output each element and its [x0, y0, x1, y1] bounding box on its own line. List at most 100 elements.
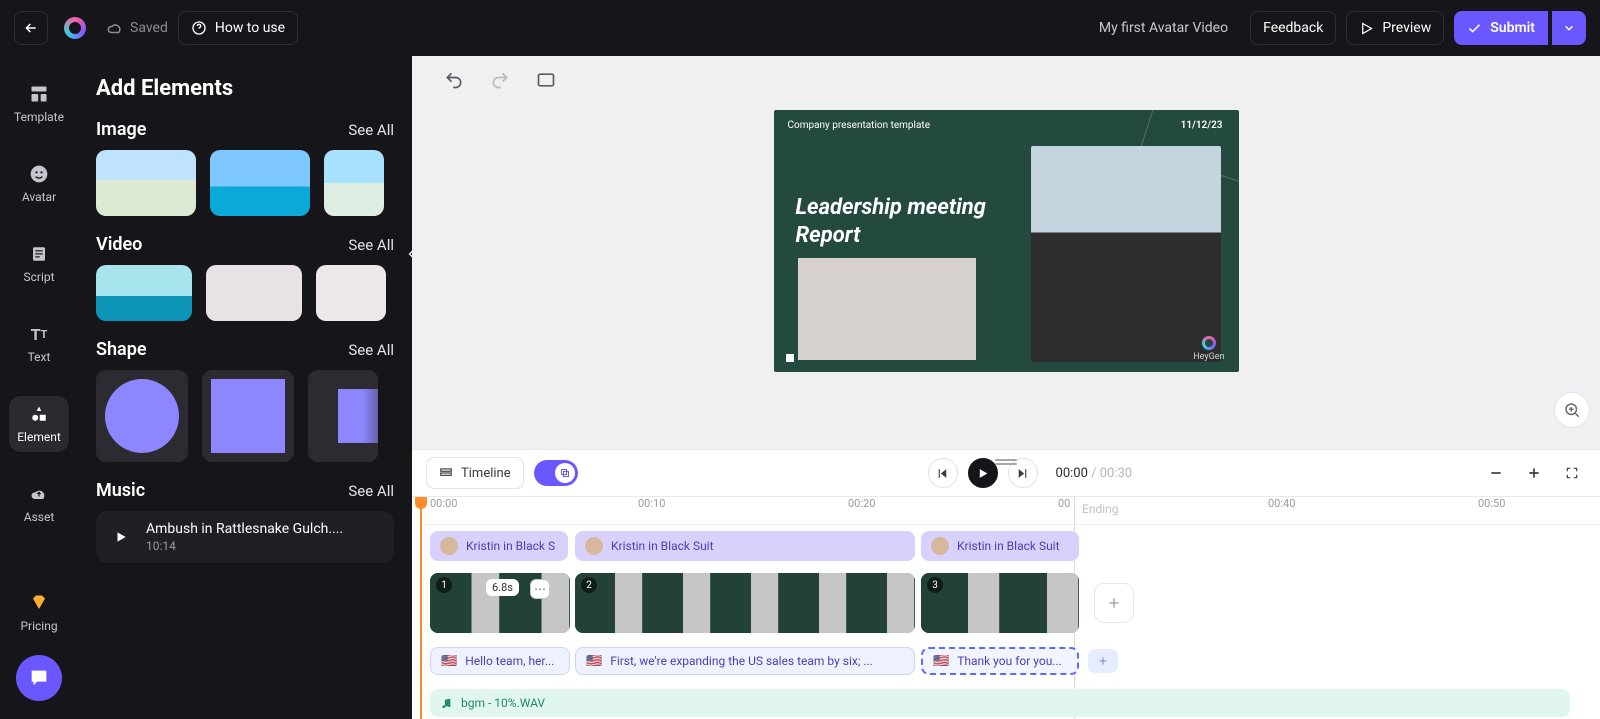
- scene-clip[interactable]: 1 6.8s ⋯: [430, 573, 570, 633]
- add-scene-button[interactable]: [1094, 583, 1134, 623]
- brand-text: HeyGen: [1193, 352, 1224, 362]
- music-note-icon: [440, 697, 453, 710]
- layers-toggle[interactable]: [534, 460, 578, 486]
- play-outline-icon: [1359, 21, 1374, 36]
- canvas-avatar[interactable]: [1031, 146, 1221, 362]
- prev-scene-button[interactable]: [928, 458, 958, 488]
- preview-button[interactable]: Preview: [1346, 11, 1444, 45]
- flag-icon: 🇺🇸: [933, 654, 949, 669]
- section-video-title: Video: [96, 234, 142, 255]
- feedback-button[interactable]: Feedback: [1250, 11, 1336, 45]
- see-all-music[interactable]: See All: [348, 482, 394, 500]
- scene-menu-button[interactable]: ⋯: [530, 579, 550, 599]
- nav-label: Asset: [24, 510, 55, 524]
- avatar-clip-label: Kristin in Black S: [466, 539, 555, 553]
- timeline-mode-button[interactable]: Timeline: [426, 457, 524, 489]
- script-clip-selected[interactable]: 🇺🇸Thank you for you...: [921, 647, 1079, 675]
- canvas-photo[interactable]: [798, 258, 976, 360]
- avatar-clip-label: Kristin in Black Suit: [611, 539, 714, 553]
- add-script-button[interactable]: [1088, 649, 1118, 673]
- canvas-template-name: Company presentation template: [788, 120, 931, 131]
- avatar-clip[interactable]: Kristin in Black S: [430, 531, 568, 561]
- script-clip[interactable]: 🇺🇸Hello team, her...: [430, 647, 570, 675]
- timeline[interactable]: 00:00 00:10 00:20 00 Ending 00:40 00:50 …: [412, 497, 1600, 719]
- script-clip[interactable]: 🇺🇸 First, we're expanding the US sales te…: [575, 647, 915, 675]
- avatar-icon: [29, 164, 49, 184]
- undo-button[interactable]: [442, 68, 466, 92]
- scene-index: 1: [436, 577, 452, 593]
- music-item[interactable]: Ambush in Rattlesnake Gulch.... 10:14: [96, 511, 394, 563]
- play-button[interactable]: [968, 458, 998, 488]
- video-thumb[interactable]: [206, 265, 302, 321]
- music-clip[interactable]: bgm - 10%.WAV: [430, 689, 1570, 717]
- zoom-in-button[interactable]: [1520, 459, 1548, 487]
- video-thumb[interactable]: [316, 265, 386, 321]
- chat-launcher[interactable]: [16, 655, 62, 701]
- how-to-use-label: How to use: [215, 20, 285, 36]
- ruler-tick: 00:00: [430, 497, 457, 510]
- ruler[interactable]: 00:00 00:10 00:20 00 Ending 00:40 00:50: [420, 497, 1600, 525]
- logo-icon: [64, 17, 86, 39]
- nav-avatar[interactable]: Avatar: [9, 156, 69, 212]
- ruler-tick: 00:40: [1268, 497, 1295, 510]
- playbar: Timeline 00:00 / 00:30: [412, 449, 1600, 497]
- avatar-chip-icon: [585, 537, 603, 555]
- submit-dropdown[interactable]: [1552, 11, 1586, 45]
- element-icon: [29, 404, 49, 424]
- nav-element[interactable]: Element: [9, 396, 69, 452]
- music-duration: 10:14: [146, 539, 376, 553]
- image-thumb[interactable]: [210, 150, 310, 216]
- image-thumb[interactable]: [96, 150, 196, 216]
- selection-handle: [786, 354, 794, 362]
- nav-rail: Template Avatar Script TT Text Element A…: [0, 56, 78, 719]
- app-logo[interactable]: [58, 11, 92, 45]
- time-total: 00:30: [1100, 466, 1132, 481]
- video-thumb[interactable]: [96, 265, 192, 321]
- scene-clip[interactable]: 3: [921, 573, 1079, 633]
- flag-icon: 🇺🇸: [586, 654, 602, 669]
- nav-label: Script: [23, 270, 54, 284]
- playhead[interactable]: [420, 497, 422, 719]
- nav-asset[interactable]: Asset: [9, 476, 69, 532]
- avatar-clip[interactable]: Kristin in Black Suit: [575, 531, 915, 561]
- fullscreen-button[interactable]: [1558, 459, 1586, 487]
- canvas[interactable]: Company presentation template 11/12/23 L…: [774, 110, 1239, 372]
- arrow-left-icon: [23, 20, 39, 36]
- canvas-toolbar: [412, 56, 1600, 104]
- ruler-tick: 00:10: [638, 497, 665, 510]
- avatar-clip-label: Kristin in Black Suit: [957, 539, 1060, 553]
- diamond-icon: [29, 593, 49, 613]
- image-thumb[interactable]: [324, 150, 384, 216]
- scene-lane: 1 6.8s ⋯ 2 3: [420, 573, 1600, 637]
- scene-duration: 6.8s: [486, 579, 519, 596]
- panel-resize-handle[interactable]: [995, 459, 1017, 467]
- nav-script[interactable]: Script: [9, 236, 69, 292]
- submit-button[interactable]: Submit: [1454, 11, 1548, 45]
- zoom-fit-button[interactable]: [1554, 392, 1590, 428]
- feedback-label: Feedback: [1263, 20, 1323, 36]
- ruler-tick: 00:50: [1478, 497, 1505, 510]
- redo-button[interactable]: [488, 68, 512, 92]
- see-all-video[interactable]: See All: [348, 236, 394, 254]
- nav-text[interactable]: TT Text: [9, 316, 69, 372]
- avatar-clip[interactable]: Kristin in Black Suit: [921, 531, 1079, 561]
- magnifier-icon: [1563, 401, 1581, 419]
- zoom-out-button[interactable]: [1482, 459, 1510, 487]
- canvas-title[interactable]: Leadership meeting Report: [796, 194, 1026, 249]
- scene-clip[interactable]: 2: [575, 573, 915, 633]
- nav-template[interactable]: Template: [9, 76, 69, 132]
- shape-gradient[interactable]: [308, 370, 378, 462]
- how-to-use-button[interactable]: How to use: [178, 11, 298, 45]
- save-status: Saved: [106, 19, 168, 37]
- chevron-down-icon: [1562, 21, 1576, 35]
- back-button[interactable]: [14, 11, 48, 45]
- nav-label: Pricing: [20, 619, 57, 633]
- script-text: First, we're expanding the US sales team…: [610, 654, 873, 668]
- nav-pricing[interactable]: Pricing: [9, 585, 69, 641]
- shape-circle[interactable]: [96, 370, 188, 462]
- shape-square[interactable]: [202, 370, 294, 462]
- safe-zone-button[interactable]: [534, 68, 558, 92]
- see-all-shape[interactable]: See All: [348, 341, 394, 359]
- avatar-chip-icon: [931, 537, 949, 555]
- see-all-image[interactable]: See All: [348, 121, 394, 139]
